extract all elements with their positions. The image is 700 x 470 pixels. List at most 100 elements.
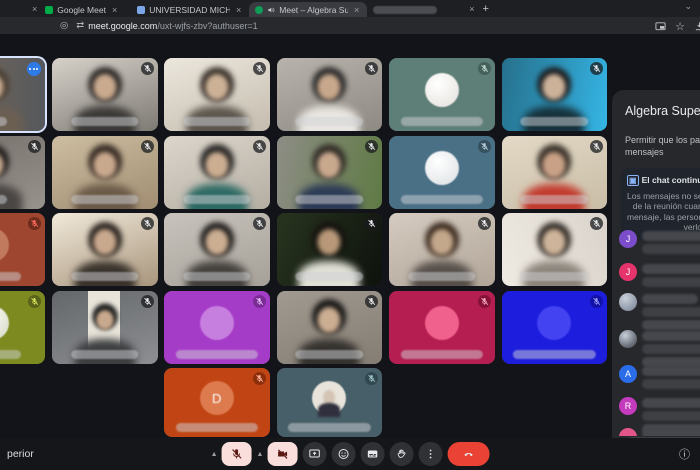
university-favicon-icon <box>137 6 145 14</box>
participant-tile[interactable] <box>0 136 45 209</box>
participant-tile[interactable] <box>0 58 45 131</box>
participant-tile[interactable] <box>164 291 270 364</box>
redacted-message-text <box>642 398 700 408</box>
chat-message <box>619 293 700 330</box>
avatar <box>425 306 459 340</box>
close-icon[interactable]: × <box>352 5 361 15</box>
participant-tile[interactable] <box>277 368 383 437</box>
participant-tile[interactable] <box>389 58 495 131</box>
close-icon[interactable]: × <box>110 5 119 15</box>
participant-tile[interactable] <box>389 213 495 286</box>
participant-tile[interactable] <box>502 136 608 209</box>
mic-muted-icon <box>253 295 266 308</box>
participant-name-pill <box>520 195 588 204</box>
bookmark-star-icon[interactable]: ☆ <box>675 20 685 33</box>
close-icon[interactable]: × <box>234 5 243 15</box>
end-call-button[interactable] <box>447 442 489 466</box>
chevron-down-icon[interactable]: ⌄ <box>684 1 692 12</box>
close-icon[interactable]: × <box>30 4 39 14</box>
participant-tile[interactable] <box>277 58 383 131</box>
chevron-up-icon[interactable]: ▲ <box>211 451 218 458</box>
participant-tile[interactable] <box>164 136 270 209</box>
address-bar-actions: ☆ <box>655 17 700 35</box>
participant-name-pill <box>0 350 21 359</box>
meeting-name-label: perior <box>7 448 34 460</box>
allow-messages-label: Permitir que los participantes envíen me… <box>612 118 700 158</box>
mic-muted-icon <box>365 62 378 75</box>
new-tab-button[interactable]: + <box>483 3 489 15</box>
participant-tile[interactable] <box>502 58 608 131</box>
participant-tile[interactable] <box>52 136 158 209</box>
participant-tile[interactable] <box>277 213 383 286</box>
avatar <box>537 306 571 340</box>
participant-name-pill <box>520 272 588 281</box>
url-text[interactable]: meet.google.com/uxt-wjfs-zbv?authuser=1 <box>88 21 257 31</box>
redacted-message-text <box>642 379 700 389</box>
avatar: A <box>619 365 637 383</box>
tab-label: UNIVERSIDAD MICHOACANA D <box>149 5 230 15</box>
participant-tile[interactable] <box>502 291 608 364</box>
close-icon[interactable]: × <box>467 4 476 14</box>
tab-label: Google Meet <box>57 5 106 15</box>
tab-google-meet[interactable]: Google Meet × <box>39 2 131 17</box>
participant-tile[interactable] <box>164 213 270 286</box>
participant-tile[interactable] <box>502 213 608 286</box>
mic-muted-icon <box>478 62 491 75</box>
participant-tile[interactable]: D <box>164 368 270 437</box>
mic-muted-icon <box>253 140 266 153</box>
avatar <box>619 330 637 348</box>
redacted-message-text <box>642 244 700 254</box>
participant-tile[interactable] <box>0 213 45 286</box>
download-icon[interactable] <box>694 21 700 32</box>
participant-name-pill <box>183 195 251 204</box>
avatar <box>425 151 459 185</box>
participant-tile[interactable] <box>277 136 383 209</box>
avatar: J <box>619 230 637 248</box>
url-domain: meet.google.com <box>88 21 157 31</box>
site-info-icon[interactable]: ◎ <box>60 20 68 31</box>
chevron-up-icon[interactable]: ▲ <box>257 451 264 458</box>
participant-name-pill <box>71 195 139 204</box>
participant-tile[interactable] <box>277 291 383 364</box>
reactions-button[interactable] <box>331 442 355 466</box>
chat-bubble-icon: ▣ <box>627 175 639 186</box>
chat-message: J <box>619 263 700 287</box>
present-button[interactable] <box>302 442 326 466</box>
mic-muted-icon <box>590 295 603 308</box>
avatar <box>200 306 234 340</box>
participant-tile[interactable] <box>52 213 158 286</box>
avatar <box>619 428 637 436</box>
camera-button[interactable] <box>267 442 297 466</box>
tab-meet-algebra-superior[interactable]: Meet – Algebra Superior × <box>249 2 367 17</box>
participant-tile[interactable] <box>389 136 495 209</box>
participant-name-pill <box>176 350 258 359</box>
tab-universidad[interactable]: UNIVERSIDAD MICHOACANA D × <box>131 2 249 17</box>
chat-message: A <box>619 365 700 389</box>
participant-tile[interactable] <box>52 291 158 364</box>
participant-name-pill <box>71 272 139 281</box>
participant-tile[interactable] <box>164 58 270 131</box>
participant-name-pill <box>295 117 363 126</box>
participant-name-pill <box>71 117 139 126</box>
mic-muted-icon <box>253 372 266 385</box>
info-icon[interactable]: ⓘ <box>679 446 690 462</box>
redacted-message-text <box>642 366 700 376</box>
participant-name-pill <box>513 350 595 359</box>
address-bar[interactable]: ◎ ⇄ meet.google.com/uxt-wjfs-zbv?authuse… <box>0 17 700 35</box>
participant-tile[interactable] <box>389 291 495 364</box>
participant-tile[interactable] <box>52 58 158 131</box>
captions-button[interactable] <box>360 442 384 466</box>
more-options-button[interactable] <box>418 442 442 466</box>
redacted-message-text <box>642 307 700 317</box>
participant-name-pill <box>0 195 7 204</box>
mic-button[interactable] <box>222 442 252 466</box>
meet-bottom-bar: perior ▲ ▲ ⓘ <box>0 438 700 470</box>
avatar <box>425 73 459 107</box>
redacted-message-text <box>642 264 700 274</box>
raise-hand-button[interactable] <box>389 442 413 466</box>
tab-redacted[interactable] <box>367 2 467 17</box>
redacted-message-text <box>642 277 700 287</box>
picture-in-picture-icon[interactable] <box>655 21 666 32</box>
mic-muted-icon <box>141 295 154 308</box>
participant-tile[interactable] <box>0 291 45 364</box>
